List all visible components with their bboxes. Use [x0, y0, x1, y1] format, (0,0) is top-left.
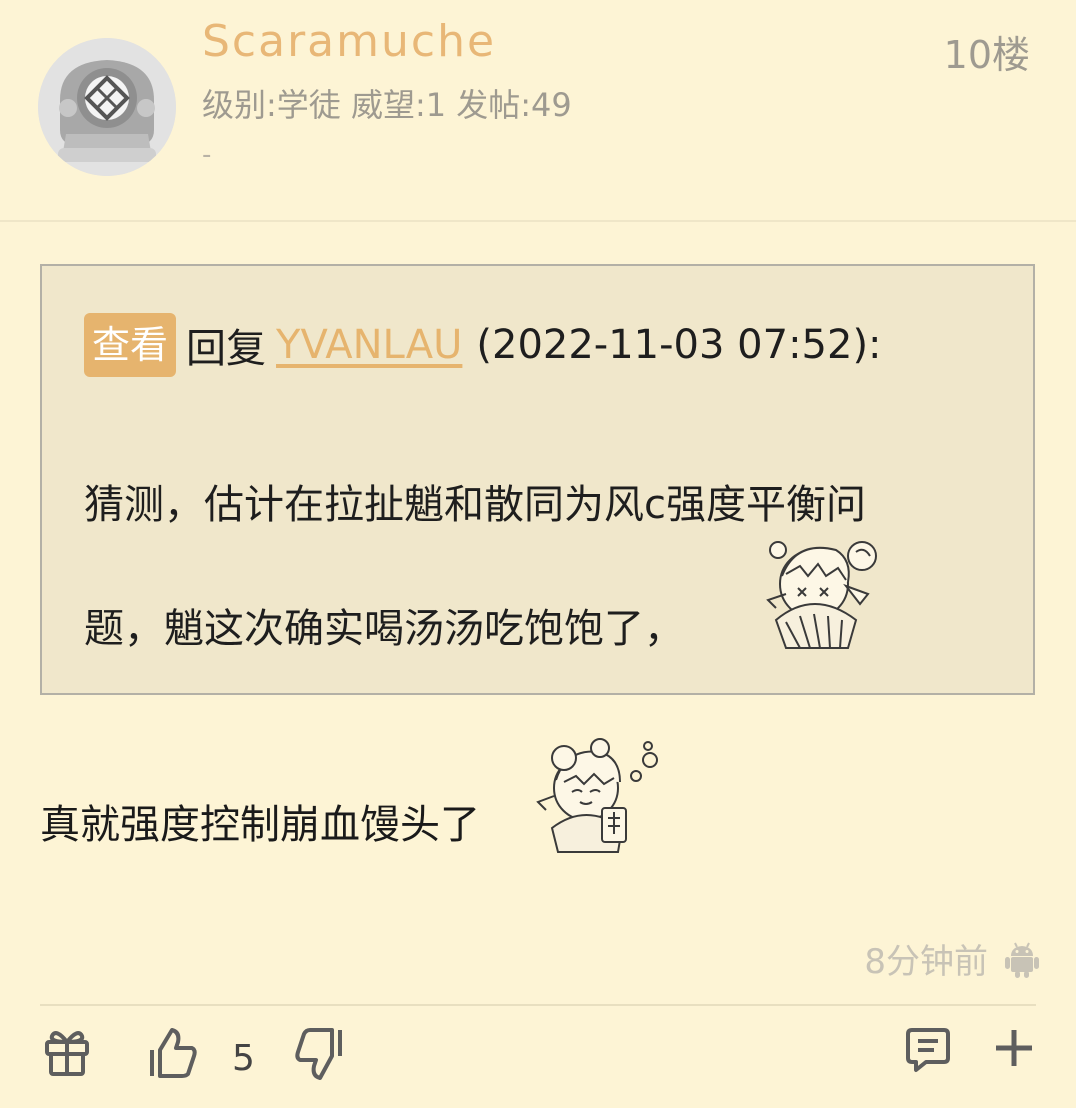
reply-prefix: 回复	[186, 326, 267, 372]
user-signature: -	[202, 140, 212, 170]
user-stats: 级别:学徒 威望:1 发帖:49	[202, 86, 572, 124]
plus-icon	[996, 1030, 1032, 1066]
android-icon	[1005, 942, 1039, 978]
username-link[interactable]: Scaramuche	[202, 16, 496, 67]
like-count: 5	[232, 1038, 255, 1079]
more-button[interactable]	[992, 1026, 1036, 1070]
diving-helmet-icon	[38, 38, 176, 176]
floor-number: 10楼	[943, 33, 1030, 77]
header-divider	[0, 220, 1076, 222]
dislike-button[interactable]	[292, 1026, 344, 1082]
footer-divider	[40, 1004, 1036, 1006]
thumbs-down-icon	[295, 1028, 342, 1080]
post-meta: 8分钟前	[864, 934, 1042, 983]
action-bar: 5	[0, 1026, 1076, 1096]
post-content: 真就强度控制崩血馒头了	[40, 802, 480, 848]
sticker-tea-girl-icon	[530, 736, 670, 856]
post-header: Scaramuche 级别:学徒 威望:1 发帖:49 - 10楼	[0, 0, 1076, 220]
thumbs-up-icon	[150, 1028, 197, 1078]
comment-button[interactable]	[904, 1026, 952, 1074]
view-quote-button[interactable]: 查看	[84, 313, 177, 377]
quote-timestamp: (2022-11-03 07:52):	[476, 322, 882, 368]
quote-text-line: 猜测，估计在拉扯魈和散同为风c强度平衡问	[84, 482, 866, 528]
user-avatar[interactable]	[38, 38, 176, 176]
quoted-user-link[interactable]: YVANLAU	[276, 322, 462, 368]
gift-icon	[45, 1031, 89, 1076]
sticker-fan-girl-icon	[756, 530, 896, 654]
like-button[interactable]	[148, 1026, 198, 1080]
quote-text-line: 题，魈这次确实喝汤汤吃饱饱了，	[84, 606, 684, 652]
post-time: 8分钟前	[864, 942, 988, 982]
quote-block: 查看 回复 YVANLAU (2022-11-03 07:52): 猜测，估计在…	[40, 264, 1035, 695]
gift-button[interactable]	[44, 1026, 90, 1078]
quote-header: 查看 回复 YVANLAU (2022-11-03 07:52):	[84, 312, 882, 378]
comment-icon	[906, 1028, 950, 1072]
